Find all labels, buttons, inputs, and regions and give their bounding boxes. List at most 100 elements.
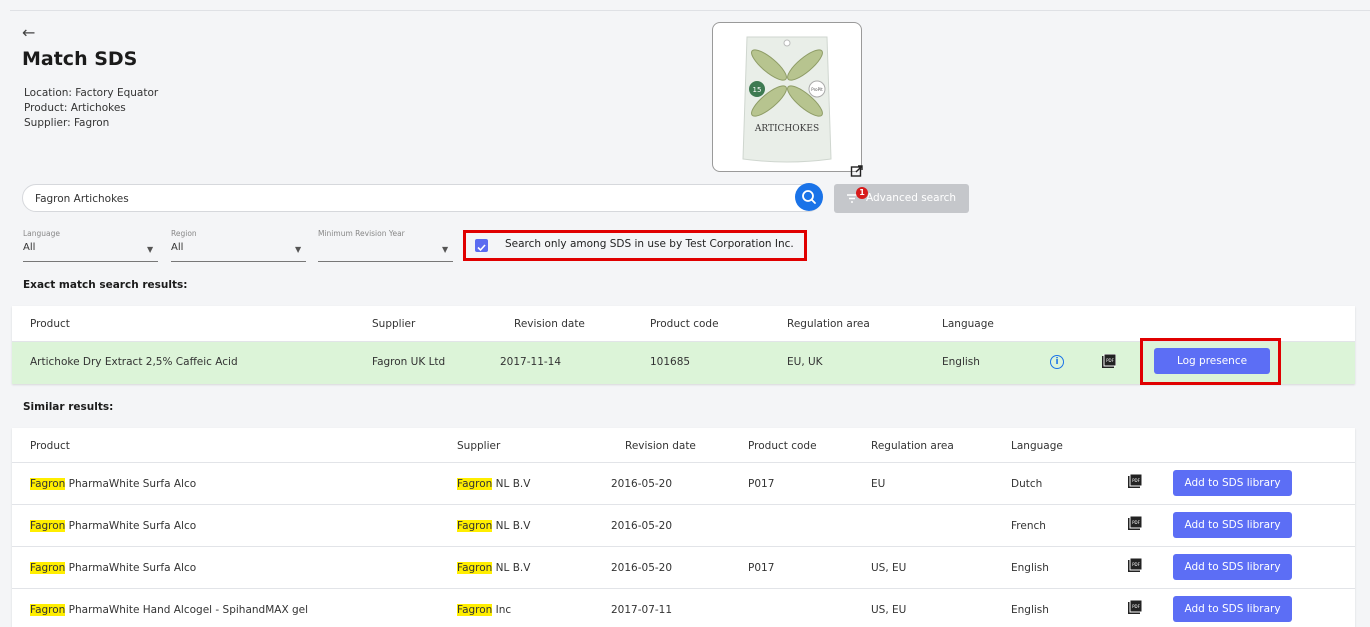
region-underline: [171, 261, 306, 262]
add-to-sds-library-button[interactable]: Add to SDS library: [1173, 470, 1292, 496]
region-select[interactable]: Region All ▼: [171, 229, 306, 262]
add-to-sds-library-button[interactable]: Add to SDS library: [1173, 512, 1292, 538]
svg-text:PDF: PDF: [1106, 358, 1114, 363]
chevron-down-icon: ▼: [147, 245, 154, 254]
exact-product-code: 101685: [650, 356, 691, 368]
region-value: All: [171, 242, 184, 253]
column-header-regulation-area: Regulation area: [871, 440, 954, 452]
similar-regulation-area: US, EU: [871, 604, 907, 616]
svg-text:PDF: PDF: [1132, 604, 1140, 609]
similar-product: Fagron PharmaWhite Surfa Alco: [30, 478, 197, 490]
similar-product: Fagron PharmaWhite Surfa Alco: [30, 520, 197, 532]
language-select[interactable]: Language All ▼: [23, 229, 158, 262]
similar-language: English: [1011, 604, 1049, 616]
search-term-highlight: Fagron: [30, 604, 66, 616]
similar-supplier: Fagron NL B.V: [457, 478, 531, 490]
column-header-supplier: Supplier: [457, 440, 501, 452]
search-term-highlight: Fagron: [457, 520, 493, 532]
row-divider: [12, 546, 1355, 547]
similar-language: French: [1011, 520, 1046, 532]
column-header-product: Product: [30, 440, 70, 452]
search-icon: [802, 190, 816, 204]
pdf-icon[interactable]: PDF: [1128, 474, 1142, 488]
exact-regulation-area: EU, UK: [787, 356, 823, 368]
column-header-product-code: Product code: [650, 318, 719, 330]
column-header-product: Product: [30, 318, 70, 330]
product-text: Product: Artichokes: [24, 102, 126, 114]
similar-language: English: [1011, 562, 1049, 574]
search-bar: [22, 184, 822, 212]
svg-text:PDF: PDF: [1132, 478, 1140, 483]
region-label: Region: [171, 229, 197, 238]
column-header-supplier: Supplier: [372, 318, 416, 330]
row-divider: [12, 588, 1355, 589]
language-value: All: [23, 242, 36, 253]
min-revision-year-label: Minimum Revision Year: [318, 229, 405, 238]
column-header-revision-date: Revision date: [514, 318, 585, 330]
only-in-use-checkbox[interactable]: [475, 239, 488, 252]
column-header-product-code: Product code: [748, 440, 817, 452]
add-to-sds-library-button[interactable]: Add to SDS library: [1173, 596, 1292, 622]
supplier-text: Supplier: Fagron: [24, 117, 110, 129]
advanced-search-label: Advanced search: [866, 192, 957, 204]
similar-product: Fagron PharmaWhite Surfa Alco: [30, 562, 197, 574]
back-arrow-icon[interactable]: ←: [22, 24, 35, 42]
column-header-revision-date: Revision date: [625, 440, 696, 452]
similar-revision-date: 2016-05-20: [611, 478, 673, 490]
svg-text:PDF: PDF: [1132, 562, 1140, 567]
row-divider: [12, 504, 1355, 505]
language-label: Language: [23, 229, 61, 238]
info-icon[interactable]: i: [1050, 355, 1064, 369]
similar-revision-date: 2016-05-20: [611, 562, 673, 574]
svg-text:PDF: PDF: [1132, 520, 1140, 525]
search-term-highlight: Fagron: [457, 562, 493, 574]
pdf-icon[interactable]: PDF: [1102, 354, 1116, 368]
checkmark-icon: [477, 244, 486, 252]
similar-revision-date: 2017-07-11: [611, 604, 673, 616]
column-header-language: Language: [942, 318, 994, 330]
search-term-highlight: Fagron: [30, 478, 66, 490]
column-header-regulation-area: Regulation area: [787, 318, 870, 330]
similar-revision-date: 2016-05-20: [611, 520, 673, 532]
advanced-search-button[interactable]: 1 Advanced search: [834, 184, 969, 213]
column-header-language: Language: [1011, 440, 1063, 452]
svg-text:ProPlt: ProPlt: [811, 87, 823, 92]
language-underline: [23, 261, 158, 262]
pdf-icon[interactable]: PDF: [1128, 600, 1142, 614]
exact-supplier: Fagron UK Ltd: [372, 356, 446, 368]
pdf-icon[interactable]: PDF: [1128, 516, 1142, 530]
similar-product-code: P017: [748, 478, 775, 490]
row-divider: [12, 462, 1355, 463]
search-term-highlight: Fagron: [457, 604, 493, 616]
product-image[interactable]: 15 ProPlt ARTICHOKES: [712, 22, 862, 172]
search-input[interactable]: [33, 189, 777, 209]
pdf-icon[interactable]: PDF: [1128, 558, 1142, 572]
similar-results-table: Product Supplier Revision date Product c…: [12, 428, 1355, 627]
min-revision-year-underline: [318, 261, 453, 262]
chevron-down-icon: ▼: [295, 245, 302, 254]
chevron-down-icon: ▼: [442, 245, 449, 254]
location-text: Location: Factory Equator: [24, 87, 159, 99]
svg-text:15: 15: [753, 86, 762, 94]
search-term-highlight: Fagron: [30, 520, 66, 532]
exact-revision-date: 2017-11-14: [500, 356, 562, 368]
annotation-highlight-box: [1140, 338, 1281, 385]
similar-regulation-area: US, EU: [871, 562, 907, 574]
svg-text:ARTICHOKES: ARTICHOKES: [754, 124, 819, 134]
similar-product-code: P017: [748, 562, 775, 574]
open-external-icon[interactable]: [850, 164, 864, 178]
similar-supplier: Fagron NL B.V: [457, 520, 531, 532]
similar-supplier: Fagron Inc: [457, 604, 512, 616]
similar-language: Dutch: [1011, 478, 1043, 490]
similar-product: Fagron PharmaWhite Hand Alcogel - Spihan…: [30, 604, 309, 616]
page-title: Match SDS: [22, 48, 138, 70]
search-term-highlight: Fagron: [457, 478, 493, 490]
only-in-use-label[interactable]: Search only among SDS in use by Test Cor…: [505, 238, 794, 250]
artichoke-pouch-image: 15 ProPlt ARTICHOKES: [742, 36, 832, 163]
exact-product: Artichoke Dry Extract 2,5% Caffeic Acid: [30, 356, 238, 368]
add-to-sds-library-button[interactable]: Add to SDS library: [1173, 554, 1292, 580]
min-revision-year-select[interactable]: Minimum Revision Year ▼: [318, 229, 453, 262]
search-button[interactable]: [795, 183, 823, 211]
search-term-highlight: Fagron: [30, 562, 66, 574]
similar-results-heading: Similar results:: [23, 401, 114, 413]
